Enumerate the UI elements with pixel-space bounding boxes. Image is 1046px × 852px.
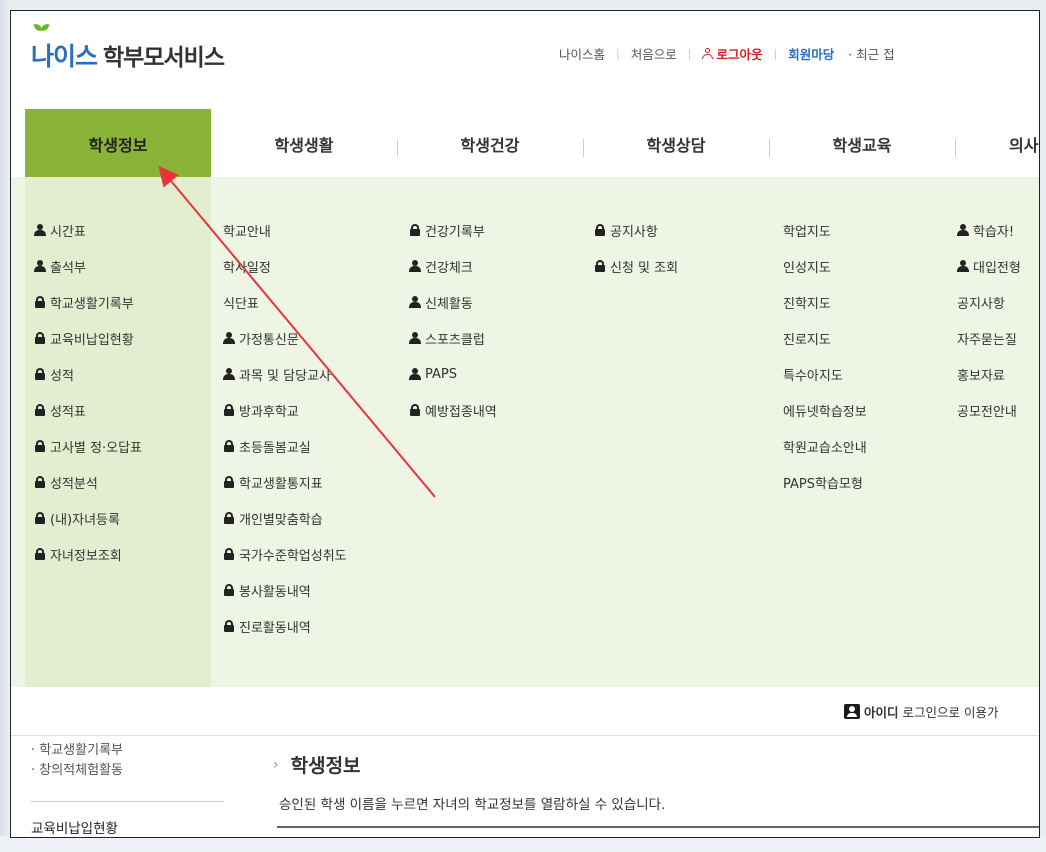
annotation-arrow [158, 165, 436, 498]
browser-viewport: 나이스 학부모서비스 나이스홈 | 처음으로 | 로그아웃 | 회원마당 · 최… [10, 10, 1040, 838]
bottom-shadow [0, 836, 1046, 852]
left-shadow [0, 0, 10, 852]
